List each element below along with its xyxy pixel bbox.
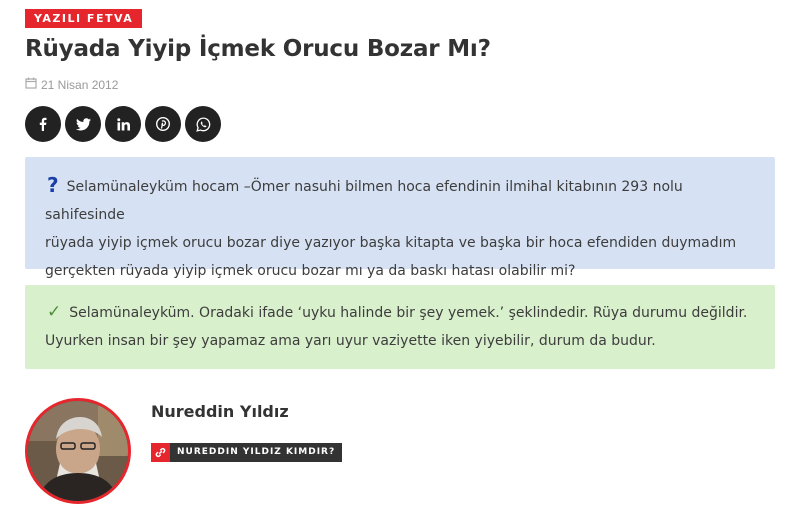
category-badge[interactable]: YAZILI FETVA — [25, 9, 143, 28]
publish-date: 21 Nisan 2012 — [41, 77, 119, 92]
question-line: ? Selamünaleyküm hocam –Ömer nasuhi bilme… — [45, 171, 755, 229]
answer-text-line-2: Uyurken insan bir şey yapamaz ama yarı u… — [45, 333, 656, 349]
share-pinterest-button[interactable] — [145, 106, 181, 142]
author-link-label: NUREDDIN YILDIZ KIMDIR? — [170, 443, 343, 462]
whatsapp-icon — [195, 116, 210, 132]
question-text-line-2: rüyada yiyip içmek orucu bozar diye yazı… — [45, 235, 737, 251]
facebook-icon — [39, 117, 47, 131]
share-linkedin-button[interactable] — [105, 106, 141, 142]
page-title: Rüyada Yiyip İçmek Orucu Bozar Mı? — [25, 36, 491, 62]
twitter-icon — [75, 117, 91, 130]
share-twitter-button[interactable] — [65, 106, 101, 142]
answer-line: ✓ Selamünaleyküm. Oradaki ifade ‘uyku hal… — [45, 298, 755, 327]
question-box: ? Selamünaleyküm hocam –Ömer nasuhi bilme… — [25, 157, 775, 279]
date-row: 21 Nisan 2012 — [25, 77, 118, 92]
answer-box: ✓ Selamünaleyküm. Oradaki ifade ‘uyku hal… — [25, 285, 775, 369]
share-buttons — [25, 106, 221, 142]
pinterest-icon — [156, 117, 170, 131]
question-text-line-3: gerçekten rüyada yiyip içmek orucu bozar… — [45, 263, 576, 279]
question-mark-icon: ? — [47, 173, 59, 197]
check-icon: ✓ — [47, 302, 62, 322]
author-photo — [28, 401, 128, 501]
share-facebook-button[interactable] — [25, 106, 61, 142]
linkedin-icon — [116, 117, 130, 130]
author-name[interactable]: Nureddin Yıldız — [151, 402, 289, 421]
share-whatsapp-button[interactable] — [185, 106, 221, 142]
question-text-line-1: Selamünaleyküm hocam –Ömer nasuhi bilmen… — [45, 179, 683, 223]
author-avatar[interactable] — [25, 398, 131, 504]
author-profile-link[interactable]: NUREDDIN YILDIZ KIMDIR? — [151, 443, 343, 462]
link-icon — [151, 443, 170, 462]
calendar-icon — [25, 77, 37, 92]
answer-text-line-1: Selamünaleyküm. Oradaki ifade ‘uyku hali… — [69, 305, 748, 321]
